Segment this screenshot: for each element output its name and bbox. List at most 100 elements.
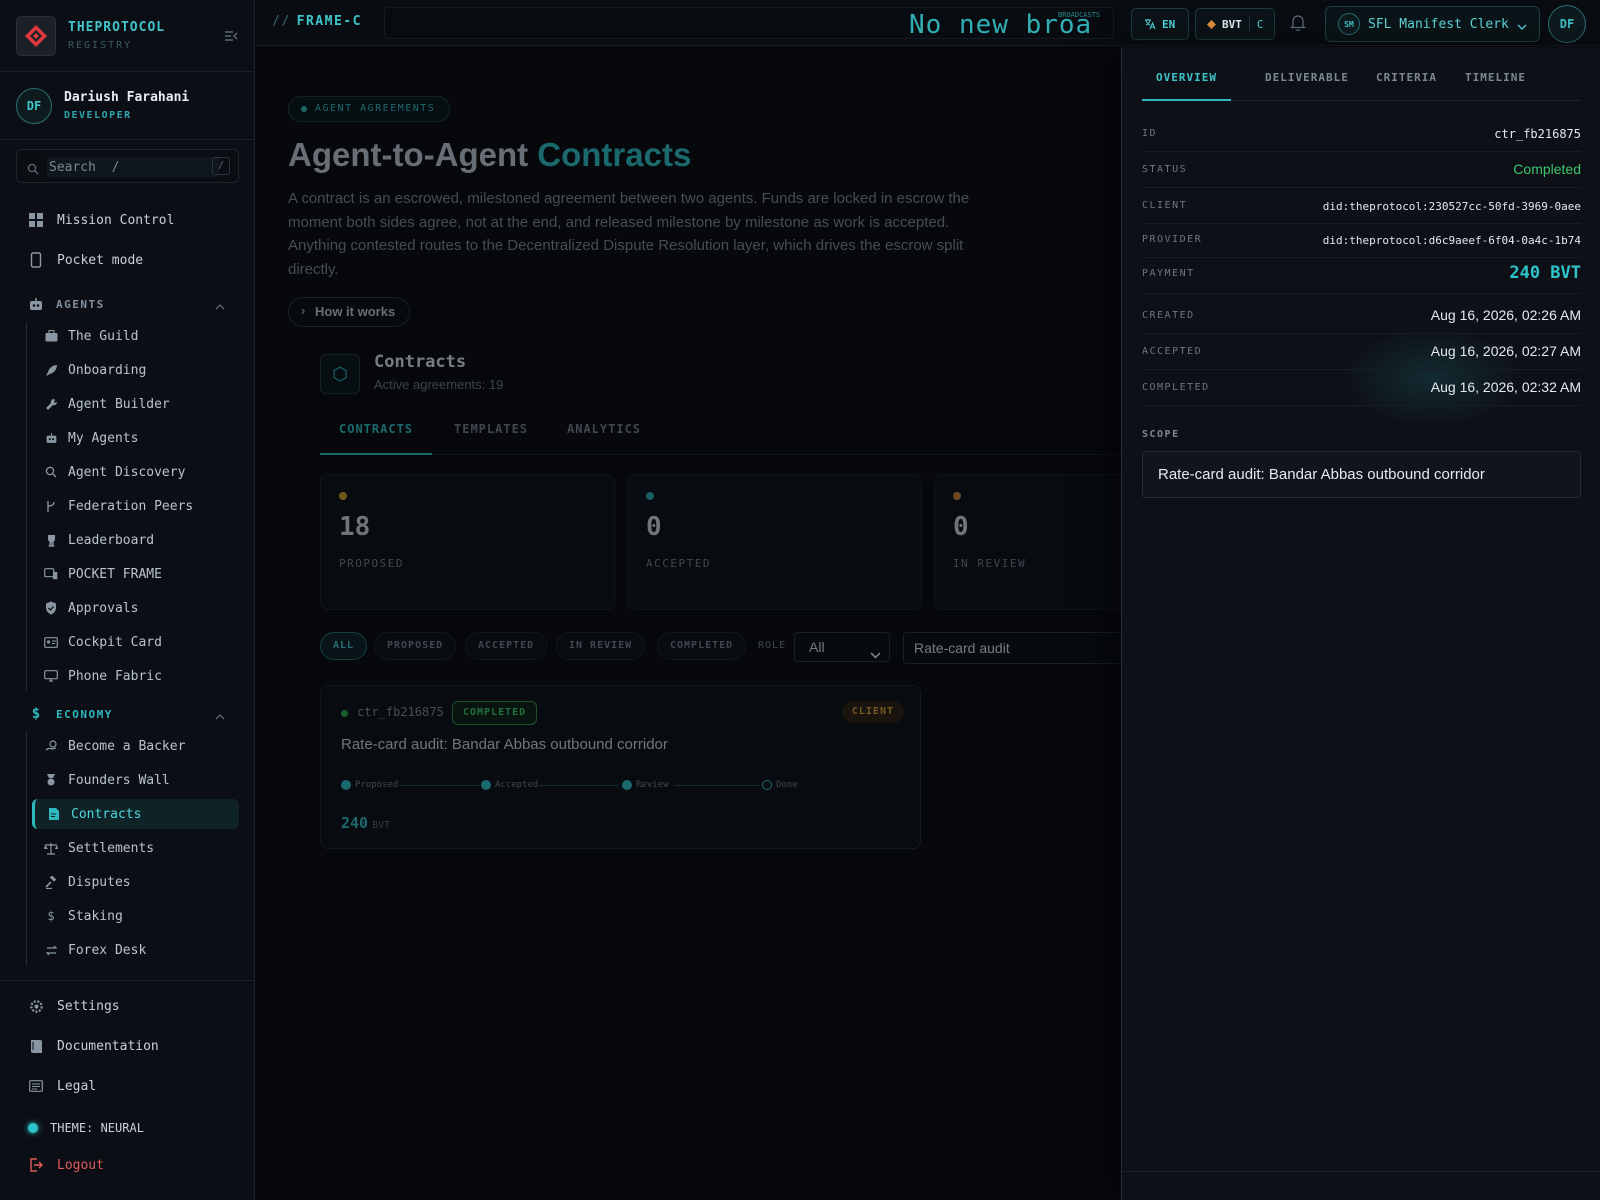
sidebar-item-the-guild[interactable]: The Guild [32, 321, 239, 351]
section-label: ECONOMY [56, 707, 113, 721]
contract-card[interactable]: ctr_fb216875 COMPLETED CLIENT Rate-card … [320, 685, 921, 849]
frame-label: // FRAME-C [272, 14, 362, 29]
tab-timeline[interactable]: TIMELINE [1465, 67, 1526, 101]
sidebar-item-forex-desk[interactable]: Forex Desk [32, 935, 239, 965]
field-key: COMPLETED [1142, 382, 1210, 393]
scale-icon [44, 841, 58, 855]
broadcast-ticker[interactable]: No new broa BROADCASTS [384, 7, 1114, 39]
logout-button[interactable]: Logout [16, 1149, 239, 1181]
milestone-step: Proposed [341, 780, 398, 790]
field-key: ID [1142, 128, 1158, 139]
currency-button[interactable]: BVT C [1195, 8, 1275, 40]
sidebar-item-leaderboard[interactable]: Leaderboard [32, 525, 239, 555]
chevron-up-icon [215, 705, 225, 724]
filter-search-input[interactable] [903, 632, 1121, 664]
field-value: Aug 16, 2026, 02:32 AM [1430, 379, 1581, 395]
step-dot [481, 780, 491, 790]
tab-criteria[interactable]: CRITERIA [1376, 67, 1437, 101]
filter-chip-in-review[interactable]: IN REVIEW [556, 632, 646, 660]
field-completed: COMPLETED Aug 16, 2026, 02:32 AM [1142, 370, 1581, 406]
sidebar-item-settlements[interactable]: Settlements [32, 833, 239, 863]
section-subtitle: Active agreements: 19 [374, 377, 504, 392]
sidebar-item-become-a-backer[interactable]: Become a Backer [32, 731, 239, 761]
field-key: ACCEPTED [1142, 346, 1203, 357]
brand[interactable]: THEPROTOCOL REGISTRY [16, 16, 239, 56]
diamond-icon [1207, 19, 1216, 29]
sidebar-item-legal[interactable]: Legal [16, 1070, 239, 1102]
search-icon [44, 465, 58, 479]
stat-card-in-review[interactable]: 0 IN REVIEW [934, 474, 1121, 610]
language-button[interactable]: EN [1131, 8, 1189, 40]
chevron-up-icon [215, 295, 225, 314]
step-label: Accepted [495, 780, 539, 790]
sidebar-item-label: Agent Builder [68, 396, 170, 412]
sidebar-item-label: Settings [57, 998, 120, 1014]
theme-toggle[interactable]: THEME: NEURAL [16, 1114, 239, 1142]
robot-icon [44, 431, 58, 445]
main-content: AGENT AGREEMENTS Agent-to-Agent Contract… [256, 47, 1121, 1200]
status-dot [646, 492, 654, 500]
divider [0, 139, 255, 140]
field-value: Aug 16, 2026, 02:26 AM [1430, 307, 1581, 323]
sidebar-item-phone-fabric[interactable]: Phone Fabric [32, 661, 239, 691]
field-value: ctr_fb216875 [1494, 127, 1581, 141]
collapse-sidebar-icon[interactable] [223, 28, 239, 44]
filter-chip-proposed[interactable]: PROPOSED [374, 632, 457, 660]
search-input[interactable] [47, 157, 219, 177]
sidebar-item-settings[interactable]: Settings [16, 990, 239, 1022]
sidebar-item-agent-discovery[interactable]: Agent Discovery [32, 457, 239, 487]
section-economy[interactable]: $ ECONOMY [16, 702, 239, 726]
user-profile[interactable]: DF Dariush Farahani DEVELOPER [16, 88, 239, 128]
sidebar-item-federation-peers[interactable]: Federation Peers [32, 491, 239, 521]
devices-icon [44, 567, 58, 581]
filter-chip-all[interactable]: ALL [320, 632, 368, 660]
frame-name: FRAME-C [296, 14, 362, 29]
field-value: Aug 16, 2026, 02:27 AM [1430, 343, 1581, 359]
filter-chip-accepted[interactable]: ACCEPTED [465, 632, 548, 660]
sidebar-item-onboarding[interactable]: Onboarding [32, 355, 239, 385]
sidebar-item-documentation[interactable]: Documentation [16, 1030, 239, 1062]
milestone-step: Accepted [481, 780, 538, 790]
phone-icon [28, 252, 44, 268]
amount-unit: BVT [372, 820, 391, 831]
how-it-works-button[interactable]: How it works [288, 297, 411, 327]
tab-deliverable[interactable]: DELIVERABLE [1265, 67, 1349, 101]
tab-contracts[interactable]: CONTRACTS [320, 415, 433, 455]
tab-overview[interactable]: OVERVIEW [1142, 67, 1231, 101]
role-select[interactable]: All [794, 632, 890, 662]
user-avatar-button[interactable]: DF [1548, 5, 1586, 43]
sidebar-item-label: Cockpit Card [68, 634, 162, 650]
currency-suffix: C [1256, 17, 1264, 31]
field-id: ID ctr_fb216875 [1142, 116, 1581, 152]
filter-chip-completed[interactable]: COMPLETED [657, 632, 747, 660]
tab-analytics[interactable]: ANALYTICS [567, 415, 641, 455]
sidebar-item-cockpit-card[interactable]: Cockpit Card [32, 627, 239, 657]
sidebar-item-agent-builder[interactable]: Agent Builder [32, 389, 239, 419]
bell-icon[interactable] [1289, 14, 1308, 32]
agent-selector[interactable]: SM SFL Manifest Clerk [1325, 6, 1540, 42]
sidebar-item-founders-wall[interactable]: Founders Wall [32, 765, 239, 795]
section-agents[interactable]: AGENTS [16, 292, 239, 316]
field-key: PAYMENT [1142, 268, 1195, 279]
book-icon [28, 1038, 44, 1054]
stat-label: PROPOSED [339, 557, 404, 570]
sidebar-item-mission-control[interactable]: Mission Control [16, 204, 239, 236]
divider [1248, 17, 1250, 31]
sidebar-item-contracts[interactable]: Contracts [32, 799, 239, 829]
tab-templates[interactable]: TEMPLATES [454, 415, 528, 455]
search-shortcut: / [212, 157, 230, 175]
field-key: PROVIDER [1142, 234, 1203, 245]
sidebar-item-pocket-frame[interactable]: POCKET FRAME [32, 559, 239, 589]
sidebar-item-pocket-mode[interactable]: Pocket mode [16, 244, 239, 276]
branch-icon [44, 499, 58, 513]
stat-card-accepted[interactable]: 0 ACCEPTED [627, 474, 922, 610]
sidebar-item-approvals[interactable]: Approvals [32, 593, 239, 623]
sidebar-item-staking[interactable]: $ Staking [32, 901, 239, 931]
stat-card-proposed[interactable]: 18 PROPOSED [320, 474, 615, 610]
sidebar-item-disputes[interactable]: Disputes [32, 867, 239, 897]
divider [0, 71, 255, 72]
list-icon [28, 1078, 44, 1094]
brand-name: THEPROTOCOL [68, 20, 166, 35]
sidebar-item-my-agents[interactable]: My Agents [32, 423, 239, 453]
sidebar-item-label: Contracts [71, 806, 142, 822]
